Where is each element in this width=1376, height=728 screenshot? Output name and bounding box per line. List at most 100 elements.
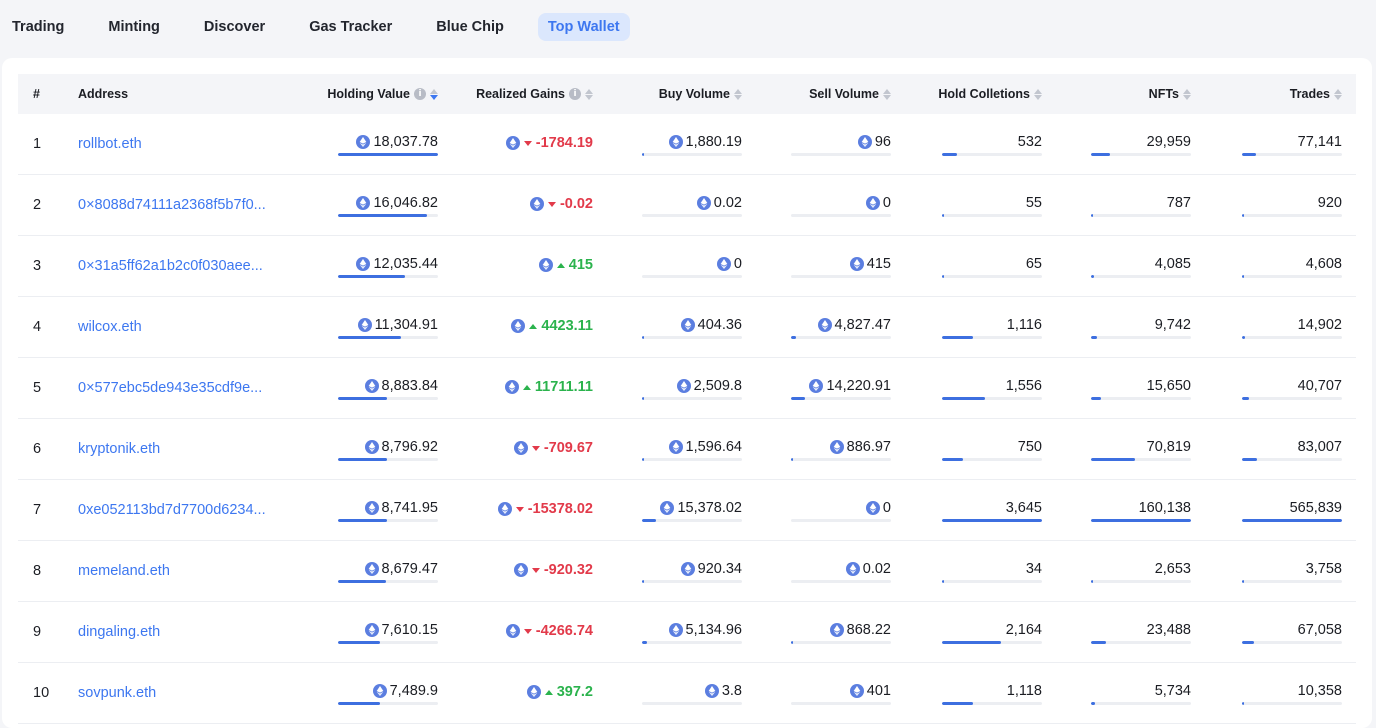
wallet-address-link[interactable]: dingaling.eth <box>78 624 160 640</box>
table-row[interactable]: 9 dingaling.eth 7,610.15 -4266.74 5,134.96 86… <box>18 602 1356 663</box>
col-trades-header[interactable]: Trades <box>1191 74 1356 114</box>
address-cell: kryptonik.eth <box>78 419 278 480</box>
sell-volume-bar <box>791 153 891 156</box>
nfts-cell: 15,650 <box>1042 358 1191 419</box>
eth-icon <box>505 136 520 150</box>
col-buy-volume-header[interactable]: Buy Volume <box>593 74 742 114</box>
sell-volume-bar <box>791 519 891 522</box>
wallet-address-link[interactable]: 0×31a5ff62a1b2c0f030aee... <box>78 258 263 274</box>
buy-volume-bar-fill <box>642 397 644 400</box>
table-row[interactable]: 5 0×577ebc5de943e35cdf9e... 8,883.84 11711.… <box>18 358 1356 419</box>
tab-trading[interactable]: Trading <box>2 13 74 41</box>
holding-value-cell: 8,679.47 <box>278 541 438 602</box>
eth-icon <box>538 258 553 272</box>
wallet-address-link[interactable]: 0×8088d74111a2368f5b7f0... <box>78 197 266 213</box>
rank-cell: 4 <box>18 297 78 358</box>
table-row[interactable]: 1 rollbot.eth 18,037.78 -1784.19 1,880.19 96 5… <box>18 114 1356 175</box>
nfts-cell: 23,488 <box>1042 602 1191 663</box>
table-row[interactable]: 4 wilcox.eth 11,304.91 4423.11 404.36 4,827.4… <box>18 297 1356 358</box>
sort-icon[interactable] <box>1034 88 1042 100</box>
eth-icon <box>680 318 695 332</box>
holding-value-bar-fill <box>338 336 401 339</box>
buy-volume-bar <box>642 275 742 278</box>
table-row[interactable]: 3 0×31a5ff62a1b2c0f030aee... 12,035.44 415 0… <box>18 236 1356 297</box>
holding-value-cell: 8,883.84 <box>278 358 438 419</box>
sort-icon[interactable] <box>883 88 891 100</box>
trades-bar-fill <box>1242 702 1244 705</box>
nfts-bar <box>1091 702 1191 705</box>
eth-icon <box>716 257 731 271</box>
tab-blue-chip[interactable]: Blue Chip <box>426 13 514 41</box>
col-realized-gains-header[interactable]: Realized Gains i <box>438 74 593 114</box>
holding-value-bar <box>338 397 438 400</box>
trades-value: 565,839 <box>1289 500 1342 516</box>
eth-icon <box>704 684 719 698</box>
trades-cell: 14,902 <box>1191 297 1356 358</box>
eth-icon <box>357 318 372 332</box>
sort-icon[interactable] <box>585 88 593 100</box>
table-row[interactable]: 2 0×8088d74111a2368f5b7f0... 16,046.82 -0.0… <box>18 175 1356 236</box>
sell-volume-bar <box>791 580 891 583</box>
col-sell-volume-header[interactable]: Sell Volume <box>742 74 891 114</box>
wallet-address-link[interactable]: kryptonik.eth <box>78 441 160 457</box>
address-cell: 0xe052113bd7d7700d6234... <box>78 480 278 541</box>
info-icon[interactable]: i <box>569 88 581 100</box>
eth-icon <box>356 135 371 149</box>
holding-value-bar-fill <box>338 214 427 217</box>
rank-value: 6 <box>33 441 42 457</box>
eth-icon <box>364 623 379 637</box>
col-holding-value-header[interactable]: Holding Value i <box>278 74 438 114</box>
holding-value-value: 8,741.95 <box>381 500 438 516</box>
wallet-address-link[interactable]: rollbot.eth <box>78 136 142 152</box>
hold-collections-cell: 750 <box>891 419 1042 480</box>
nfts-cell: 2,653 <box>1042 541 1191 602</box>
trades-bar <box>1242 153 1342 156</box>
sort-icon[interactable] <box>734 88 742 100</box>
arrow-down-icon <box>531 445 540 451</box>
hold-collections-cell: 3,645 <box>891 480 1042 541</box>
tab-discover[interactable]: Discover <box>194 13 275 41</box>
holding-value-cell: 18,037.78 <box>278 114 438 175</box>
holding-value-bar <box>338 702 438 705</box>
sell-volume-bar <box>791 275 891 278</box>
wallet-address-link[interactable]: wilcox.eth <box>78 319 142 335</box>
buy-volume-bar-fill <box>642 641 647 644</box>
nfts-bar-fill <box>1091 214 1093 217</box>
nfts-value: 70,819 <box>1146 439 1191 455</box>
eth-icon <box>845 562 860 576</box>
realized-gains-value: 11711.11 <box>534 379 593 395</box>
trades-bar <box>1242 336 1342 339</box>
tab-minting[interactable]: Minting <box>98 13 170 41</box>
trades-value: 920 <box>1317 195 1342 211</box>
col-hold-collections-header[interactable]: Hold Colletions <box>891 74 1042 114</box>
wallet-address-link[interactable]: 0×577ebc5de943e35cdf9e... <box>78 380 262 396</box>
wallet-address-link[interactable]: memeland.eth <box>78 563 170 579</box>
buy-volume-cell: 0.02 <box>593 175 742 236</box>
buy-volume-bar <box>642 458 742 461</box>
realized-gains-value: -1784.19 <box>535 135 593 151</box>
table-row[interactable]: 10 sovpunk.eth 7,489.9 397.2 3.8 401 1,118 5,73… <box>18 663 1356 724</box>
trades-cell: 4,608 <box>1191 236 1356 297</box>
sort-icon[interactable] <box>1183 88 1191 100</box>
table-row[interactable]: 7 0xe052113bd7d7700d6234... 8,741.95 -15378… <box>18 480 1356 541</box>
hold-collections-bar-fill <box>942 702 973 705</box>
rank-cell: 8 <box>18 541 78 602</box>
table-row[interactable]: 6 kryptonik.eth 8,796.92 -709.67 1,596.64 886… <box>18 419 1356 480</box>
holding-value-cell: 11,304.91 <box>278 297 438 358</box>
tab-gas-tracker[interactable]: Gas Tracker <box>299 13 402 41</box>
wallet-address-link[interactable]: sovpunk.eth <box>78 685 156 701</box>
hold-collections-bar <box>942 458 1042 461</box>
rank-cell: 6 <box>18 419 78 480</box>
top-wallet-card: # Address Holding Value i Realized Gains i… <box>2 58 1372 728</box>
sell-volume-value: 401 <box>866 683 891 699</box>
col-nfts-header[interactable]: NFTs <box>1042 74 1191 114</box>
buy-volume-bar-fill <box>642 519 656 522</box>
table-row[interactable]: 8 memeland.eth 8,679.47 -920.32 920.34 0.02 34… <box>18 541 1356 602</box>
trades-cell: 83,007 <box>1191 419 1356 480</box>
tab-top-wallet[interactable]: Top Wallet <box>537 13 630 41</box>
info-icon[interactable]: i <box>414 88 426 100</box>
sort-icon[interactable] <box>430 88 438 100</box>
wallet-address-link[interactable]: 0xe052113bd7d7700d6234... <box>78 502 266 518</box>
trades-bar-fill <box>1242 336 1245 339</box>
sort-icon[interactable] <box>1334 88 1342 100</box>
